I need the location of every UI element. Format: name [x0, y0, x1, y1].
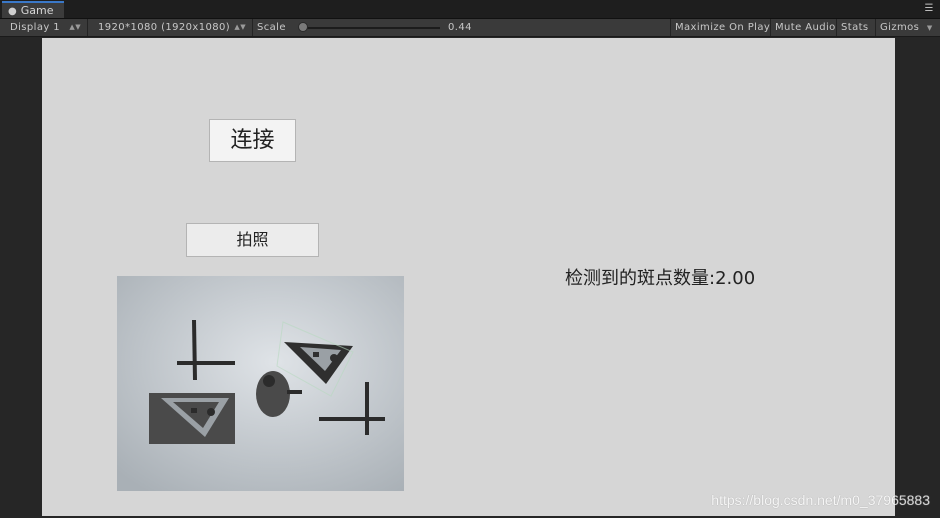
rectangle-marker: [149, 393, 235, 444]
mute-audio-toggle[interactable]: Mute Audio: [770, 19, 840, 36]
display-dropdown[interactable]: Display 1 ▲▼: [0, 19, 88, 36]
tab-bar: ● Game ☰: [0, 0, 940, 19]
tab-game-label: Game: [20, 4, 54, 17]
tab-game[interactable]: ● Game: [2, 1, 64, 18]
gizmos-dropdown[interactable]: Gizmos ▼: [875, 19, 940, 36]
camera-image: [117, 276, 404, 491]
unity-game-window: ● Game ☰ Display 1 ▲▼ 1920*1080 (1920x108…: [0, 0, 940, 518]
tab-menu-icon[interactable]: ☰: [922, 2, 936, 16]
game-controller-icon: ●: [8, 6, 17, 17]
scale-slider-track[interactable]: [300, 27, 440, 29]
stats-toggle[interactable]: Stats: [836, 19, 873, 36]
dropdown-arrow-icon: ▼: [926, 24, 933, 32]
maximize-on-play-label: Maximize On Play: [675, 22, 771, 33]
maximize-on-play-toggle[interactable]: Maximize On Play: [670, 19, 774, 36]
watermark: https://blog.csdn.net/m0_37965883: [711, 492, 930, 508]
resolution-dropdown-label: 1920*1080 (1920x1080): [98, 22, 231, 33]
connect-button[interactable]: 连接: [209, 119, 296, 162]
photo-button[interactable]: 拍照: [186, 223, 319, 257]
game-toolbar: Display 1 ▲▼ 1920*1080 (1920x1080) ▲▼ Sc…: [0, 19, 940, 37]
display-dropdown-label: Display 1: [10, 22, 61, 33]
scale-value: 0.44: [448, 22, 472, 33]
blob-count-label: 检测到的斑点数量:2.00: [565, 268, 756, 289]
dropdown-arrow-icon: ▲▼: [69, 23, 81, 31]
game-viewport: 连接 拍照 检测到的斑点数量:2.00: [42, 38, 895, 516]
mute-audio-label: Mute Audio: [775, 22, 836, 33]
gizmos-label: Gizmos: [880, 22, 920, 33]
scale-slider-handle[interactable]: [297, 22, 308, 32]
scale-label: Scale: [257, 22, 286, 33]
stats-label: Stats: [841, 22, 869, 33]
dropdown-arrow-icon: ▲▼: [234, 23, 246, 31]
camera-frame-drawing: [117, 276, 404, 491]
resolution-dropdown[interactable]: 1920*1080 (1920x1080) ▲▼: [88, 19, 253, 36]
